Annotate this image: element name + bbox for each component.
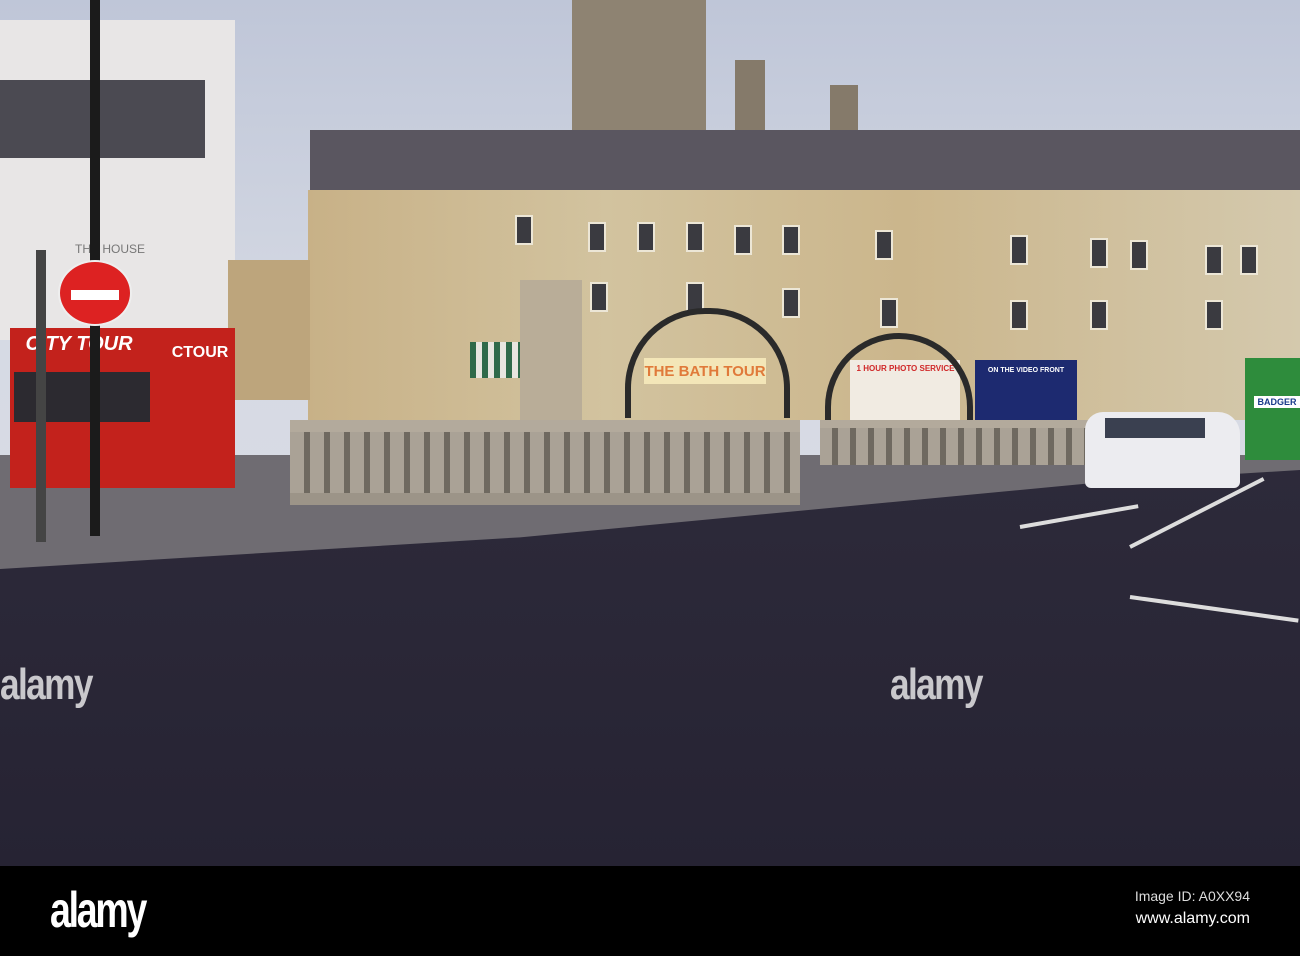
no-entry-sign (58, 260, 132, 326)
green-bus (1245, 358, 1300, 460)
window (1205, 300, 1223, 330)
bus-side-sign: CTOUR (171, 344, 229, 361)
watermark: alamy (890, 660, 983, 709)
window (637, 222, 655, 252)
alamy-logo: alamy (50, 882, 147, 938)
window (1010, 235, 1028, 265)
alamy-url[interactable]: www.alamy.com (1136, 910, 1250, 928)
white-car (1085, 412, 1240, 488)
sign-pole (36, 250, 46, 542)
city-tour-sign: CITY TOUR (25, 332, 133, 355)
window (734, 225, 752, 255)
window (782, 288, 800, 318)
window (1090, 300, 1108, 330)
balustrade (820, 420, 1090, 465)
window (686, 222, 704, 252)
window (875, 230, 893, 260)
window (1130, 240, 1148, 270)
window (1205, 245, 1223, 275)
watermark: alamy (0, 660, 93, 709)
white-building-roof (0, 80, 205, 158)
street-photo: THE HOUSE THE BATH TOUR 1 HOUR PHOTO SER… (0, 0, 1300, 866)
window (1090, 238, 1108, 268)
house-sign: THE HOUSE (74, 242, 145, 256)
image-id: Image ID: A0XX94 (1134, 888, 1250, 904)
video-front-sign: ON THE VIDEO FRONT (987, 366, 1065, 374)
badger-sign: BADGER (1254, 396, 1300, 408)
window (1240, 245, 1258, 275)
window (588, 222, 606, 252)
window (782, 225, 800, 255)
monument (520, 280, 582, 420)
left-terrace (228, 260, 310, 400)
window (590, 282, 608, 312)
window (880, 298, 898, 328)
balustrade (290, 420, 800, 505)
terrace-facade (308, 190, 1300, 420)
window (515, 215, 533, 245)
bus-windscreen (14, 372, 150, 422)
window (1010, 300, 1028, 330)
footer-bar: alamy Image ID: A0XX94 www.alamy.com (0, 866, 1300, 956)
